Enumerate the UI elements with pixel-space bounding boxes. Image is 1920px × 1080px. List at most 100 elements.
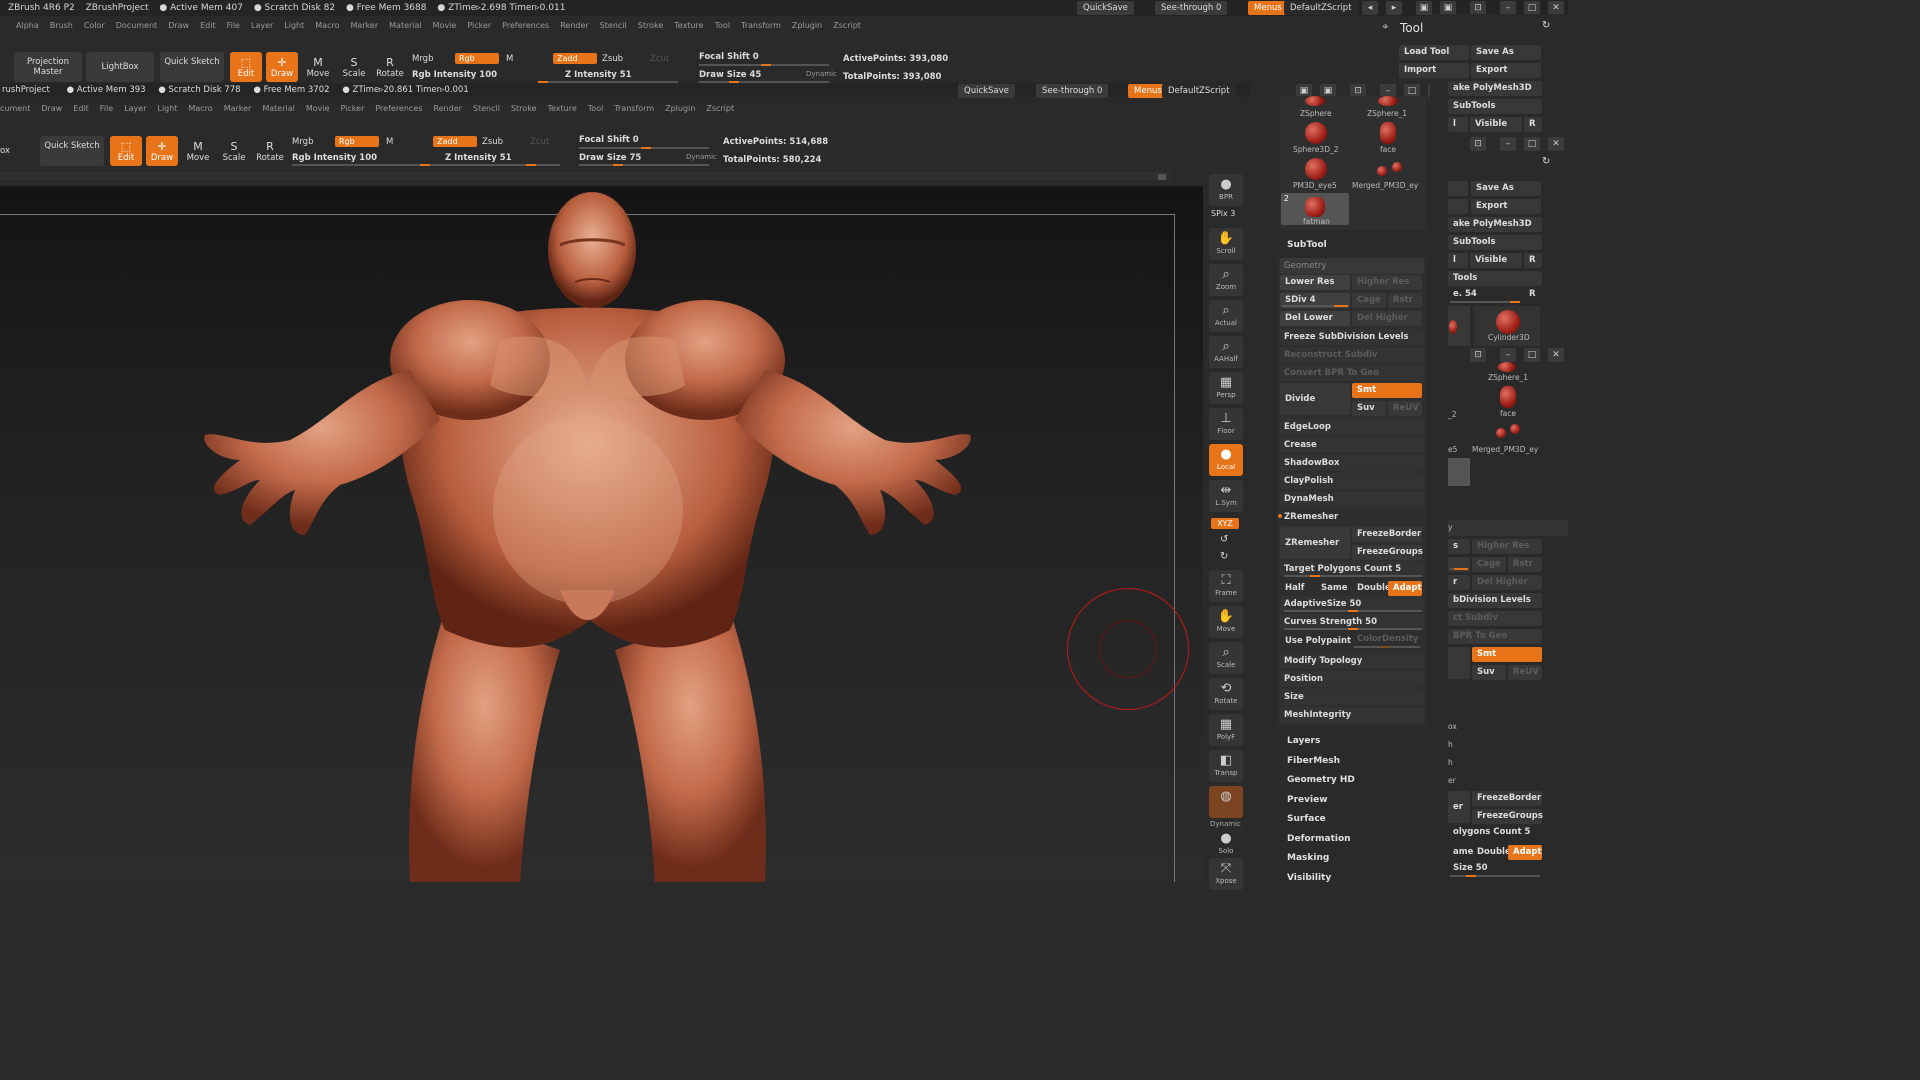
use-polypaint-toggle[interactable]: Use Polypaint <box>1280 634 1351 649</box>
inner-z-intensity-slider[interactable]: Z Intensity 51 <box>445 153 512 163</box>
zsub-toggle[interactable]: Zsub <box>602 54 623 64</box>
reuv-button[interactable]: ReUV <box>1388 401 1422 416</box>
masking-section[interactable]: Masking <box>1287 853 1329 863</box>
reconstruct-subdiv-button[interactable]: Reconstruct Subdiv <box>1280 347 1424 363</box>
zremesher-partial[interactable]: er <box>1448 791 1470 823</box>
actual-button[interactable]: ⌕ Actual <box>1209 300 1243 332</box>
inner-zadd-toggle[interactable]: Zadd <box>433 136 477 147</box>
menu-item[interactable]: Preferences <box>375 101 422 117</box>
m-toggle[interactable]: M <box>506 54 513 64</box>
menu-item[interactable]: Material <box>389 18 422 34</box>
minimize-icon[interactable]: – <box>1500 137 1516 151</box>
inner-see-through-slider[interactable]: See-through 0 <box>1036 84 1109 98</box>
export-button-2[interactable]: Export <box>1471 199 1541 214</box>
menu-item[interactable]: Zplugin <box>665 101 695 117</box>
freezeborder-toggle[interactable]: FreezeBorder <box>1352 527 1422 542</box>
subtools-button-2[interactable]: SubTools <box>1448 235 1542 250</box>
rgb-toggle[interactable]: Rgb <box>455 53 499 64</box>
dynamic-toggle[interactable]: Dynamic <box>806 70 837 78</box>
dynamesh-section[interactable]: DynaMesh <box>1280 491 1424 507</box>
claypolish-section[interactable]: ClayPolish <box>1280 473 1424 489</box>
fatman-thumb-partial[interactable] <box>1448 458 1470 486</box>
menu-item[interactable]: Macro <box>188 101 212 117</box>
inner-zsub-toggle[interactable]: Zsub <box>482 137 503 147</box>
freezeborder-toggle-2[interactable]: FreezeBorder <box>1472 791 1542 806</box>
inner-m-toggle[interactable]: M <box>386 137 393 147</box>
sphere3d-thumb[interactable] <box>1305 122 1327 144</box>
menu-item[interactable]: Texture <box>674 18 703 34</box>
fibermesh-section[interactable]: FiberMesh <box>1287 756 1340 766</box>
rotate-button[interactable]: R Rotate <box>374 52 406 82</box>
menu-item[interactable]: Brush <box>50 18 73 34</box>
geometry-header-partial[interactable] <box>1448 520 1568 536</box>
bpr-button[interactable]: ● BPR <box>1209 174 1243 206</box>
zcut-toggle[interactable]: Zcut <box>650 54 669 64</box>
higher-res-button-2[interactable]: Higher Res <box>1472 539 1542 554</box>
export-button[interactable]: Export <box>1471 63 1541 78</box>
shadowbox-section[interactable]: ShadowBox <box>1280 455 1424 471</box>
aahalf-button[interactable]: ⌕ AAHalf <box>1209 336 1243 368</box>
curves-strength-track[interactable] <box>1284 628 1422 630</box>
menu-item[interactable]: Marker <box>350 18 378 34</box>
del-lower-partial[interactable]: r <box>1448 575 1470 590</box>
inner-scale-button[interactable]: S Scale <box>218 136 250 166</box>
suv-toggle[interactable]: Suv <box>1352 401 1386 416</box>
visible-toggle-2[interactable]: Visible <box>1470 253 1522 268</box>
layers-section[interactable]: Layers <box>1287 736 1320 746</box>
freeze-subdivision-button[interactable]: Freeze SubDivision Levels <box>1280 329 1424 345</box>
lower-res-button[interactable]: Lower Res <box>1280 275 1350 290</box>
refresh-icon[interactable]: ↻ <box>1542 20 1550 31</box>
tool-pin-icon[interactable]: ⌖ <box>1382 19 1389 34</box>
menu-item[interactable]: Edit <box>200 18 216 34</box>
tool-count-track[interactable] <box>1450 301 1520 303</box>
menu-item[interactable]: Layer <box>251 18 273 34</box>
menu-item[interactable]: Light <box>284 18 304 34</box>
menu-item[interactable]: Picker <box>341 101 365 117</box>
visible-toggle[interactable]: Visible <box>1470 117 1522 132</box>
z-intensity-slider[interactable]: Z Intensity 51 <box>565 70 632 80</box>
inner-quick-sketch-button[interactable]: Quick Sketch <box>40 136 104 166</box>
adaptive-size-partial[interactable]: Size 50 <box>1448 861 1542 876</box>
lock-icon[interactable]: ⊡ <box>1470 137 1486 151</box>
zsphere1-thumb[interactable] <box>1378 96 1398 106</box>
zsphere1-thumb-2[interactable] <box>1498 362 1516 372</box>
menu-item[interactable]: Document <box>116 18 157 34</box>
convert-bpr-partial[interactable]: BPR To Geo <box>1448 629 1542 644</box>
adapt-toggle[interactable]: Adapt <box>1388 581 1422 596</box>
merged-thumb[interactable] <box>1392 162 1402 172</box>
divide-partial[interactable] <box>1448 647 1470 679</box>
del-higher-button-2[interactable]: Del Higher <box>1472 575 1542 590</box>
freezegroups-toggle-2[interactable]: FreezeGroups <box>1472 809 1543 824</box>
menu-item[interactable]: Texture <box>547 101 576 117</box>
solo-button[interactable]: ● Solo <box>1209 828 1243 860</box>
tools-button[interactable]: Tools <box>1448 271 1542 286</box>
geometry-hd-section[interactable]: Geometry HD <box>1287 775 1355 785</box>
partial-button[interactable]: l <box>1448 117 1468 132</box>
same-partial[interactable]: ame <box>1448 845 1473 860</box>
inner-move-button[interactable]: M Move <box>182 136 214 166</box>
menu-item[interactable]: Material <box>262 101 295 117</box>
del-lower-button[interactable]: Del Lower <box>1280 311 1350 326</box>
r-toggle[interactable]: R <box>1524 117 1542 132</box>
mrgb-toggle[interactable]: Mrgb <box>412 54 433 64</box>
menu-item[interactable]: Render <box>433 101 461 117</box>
horizontal-scrollbar[interactable] <box>0 172 1170 180</box>
menu-item[interactable]: Stroke <box>511 101 537 117</box>
inner-focal-shift-track[interactable] <box>579 147 709 149</box>
menu-item[interactable]: Stencil <box>473 101 500 117</box>
import-button[interactable]: Import <box>1399 63 1469 78</box>
divide-button[interactable]: Divide <box>1280 383 1350 415</box>
transp-button[interactable]: ◧ Transp <box>1209 750 1243 782</box>
lightbox-button[interactable]: LightBox <box>86 52 154 82</box>
half-button[interactable]: Half <box>1280 581 1314 596</box>
rstr-button[interactable]: Rstr <box>1388 293 1422 308</box>
lock-icon[interactable]: ⊡ <box>1470 348 1486 362</box>
subtools-button[interactable]: SubTools <box>1448 99 1542 114</box>
cage-button[interactable]: Cage <box>1352 293 1386 308</box>
meshintegrity-section[interactable]: MeshIntegrity <box>1280 707 1424 723</box>
shelf-move-button[interactable]: ✋ Move <box>1209 606 1243 638</box>
rstr-button-2[interactable]: Rstr <box>1508 557 1542 572</box>
see-through-slider[interactable]: See-through 0 <box>1155 1 1228 15</box>
inner-quicksave-button[interactable]: QuickSave <box>958 84 1015 98</box>
shelf-scale-button[interactable]: ⌕ Scale <box>1209 642 1243 674</box>
